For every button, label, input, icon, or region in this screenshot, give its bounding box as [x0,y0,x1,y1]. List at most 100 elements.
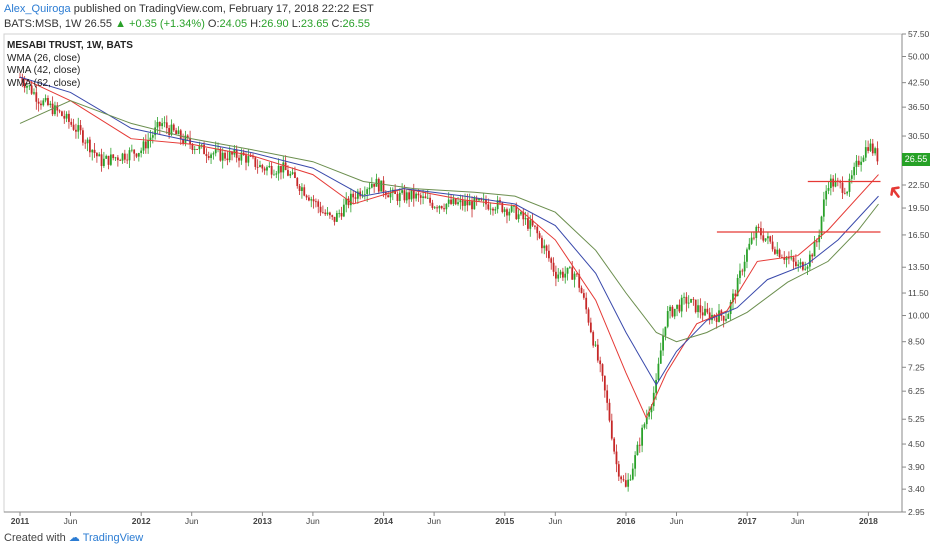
candle-body [296,177,299,187]
x-tick-label: 2014 [374,516,393,526]
candle-body [815,241,818,243]
candle-body [370,183,373,188]
candle-body [825,190,828,200]
candle-body [158,121,161,127]
candle-body [776,249,779,254]
candle-body [207,155,210,158]
candle-body [457,202,459,205]
candle-body [396,193,399,201]
candle-body [580,287,583,294]
candle-body [91,149,94,153]
candle-body [750,237,753,244]
candle-body [156,121,159,128]
candle-body [617,464,620,477]
candle-body [412,190,415,199]
candle-body [137,153,140,157]
candle-body [473,197,476,210]
candle-body [338,213,341,214]
candle-body [273,174,275,176]
candle-body [135,153,138,157]
candle-body [804,268,807,270]
candle-body [797,264,800,267]
candle-body [459,200,462,203]
candle-body [848,178,851,192]
annotation-arrow [890,186,900,198]
candle-body [86,139,89,144]
candle-body [424,196,427,199]
candle-body [862,157,865,162]
candle-body [706,308,709,313]
candle-body [443,208,445,210]
candle-body [494,209,497,211]
candle-body [144,141,147,149]
candle-body [294,172,296,178]
x-tick-label: Jun [548,516,562,526]
candle-body [727,314,730,319]
candle-body [662,335,664,351]
candle-body [627,479,630,487]
candle-body [431,202,434,208]
candle-body [594,344,597,346]
candle-body [725,318,727,321]
candle-body [224,152,226,159]
candle-body [219,148,222,161]
x-tick-label: 2012 [132,516,151,526]
candle-body [256,166,259,168]
candle-body [114,157,117,159]
candle-body [305,195,308,198]
tradingview-brand[interactable]: TradingView [83,532,144,544]
candle-body [568,267,571,269]
candle-body [93,149,96,154]
y-tick-label: 16.50 [908,230,930,240]
candle-body [492,208,494,211]
candle-body [450,199,452,204]
candle-body [876,148,879,162]
candle-body [322,212,324,214]
y-tick-label: 6.25 [908,386,925,396]
price-chart[interactable]: 57.50 50.00 42.50 36.50 30.50 22.50 19.50 16.50… [0,0,932,550]
y-tick-label: 5.25 [908,414,925,424]
y-tick-label: 3.90 [908,462,925,472]
candle-body [694,299,697,313]
candle-body [762,235,765,241]
candle-body [534,225,536,227]
candle-body [564,273,567,278]
candle-body [678,304,681,312]
candle-body [377,178,380,192]
candle-body [822,199,825,217]
candle-body [58,110,61,112]
candle-body [550,258,553,263]
candle-body [282,162,285,173]
x-tick-label: Jun [185,516,199,526]
candle-body [806,266,809,269]
candle-body [352,193,355,198]
candle-body [464,200,466,206]
candle-body [161,123,164,127]
candle-body [850,175,853,179]
candle-body [764,238,767,241]
candle-body [790,257,793,259]
candle-body [149,137,152,141]
candle-body [70,121,73,125]
candle-body [673,308,676,317]
tradingview-logo-icon[interactable]: ☁ [69,532,80,544]
candle-body [191,144,194,150]
candle-body [366,189,369,195]
candle-body [433,207,436,209]
candle-body [84,142,87,144]
candle-body [235,149,238,158]
candle-body [794,261,797,267]
y-tick-label: 36.50 [908,102,930,112]
candle-body [867,147,870,151]
candle-body [429,197,431,203]
candle-body [128,150,131,161]
candle-body [603,375,606,391]
candle-body [524,218,527,220]
candle-body [715,317,718,322]
candle-body [860,161,863,165]
x-tick-label: 2018 [859,516,878,526]
candle-body [697,305,699,313]
candle-body [613,438,616,452]
candle-body [699,305,702,313]
candle-body [324,212,327,215]
